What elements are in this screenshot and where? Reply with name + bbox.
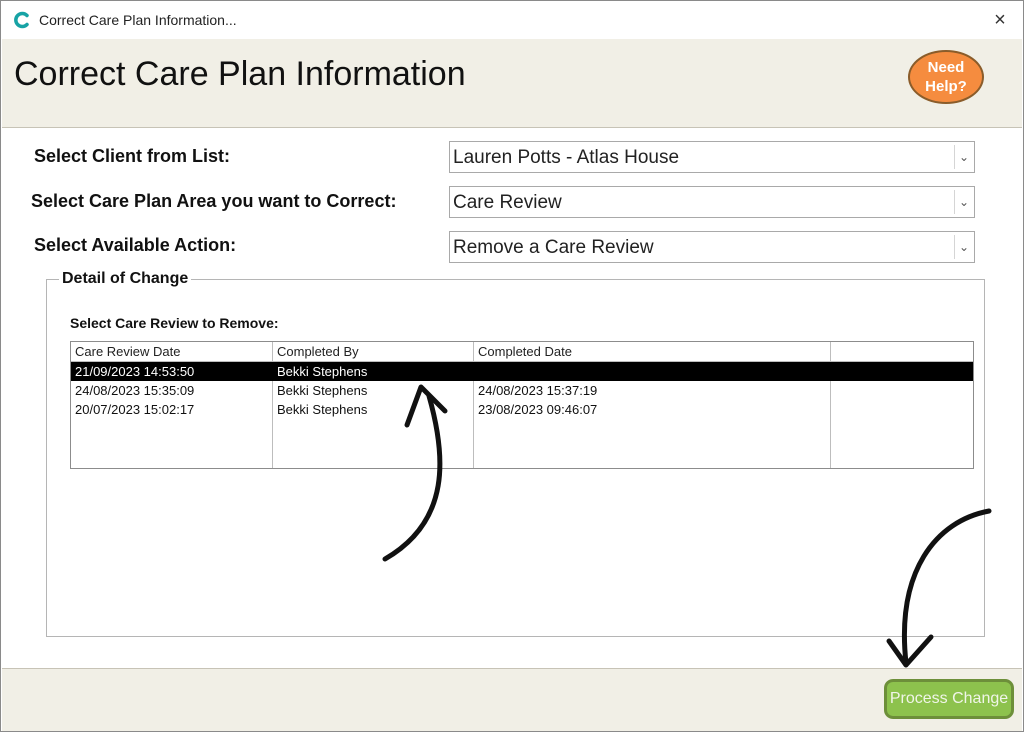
curved-arrow-down-icon	[886, 508, 992, 668]
annotation-layer	[382, 384, 992, 668]
curved-arrow-up-icon	[382, 384, 448, 562]
dialog-window: Correct Care Plan Information... × Corre…	[0, 0, 1024, 732]
